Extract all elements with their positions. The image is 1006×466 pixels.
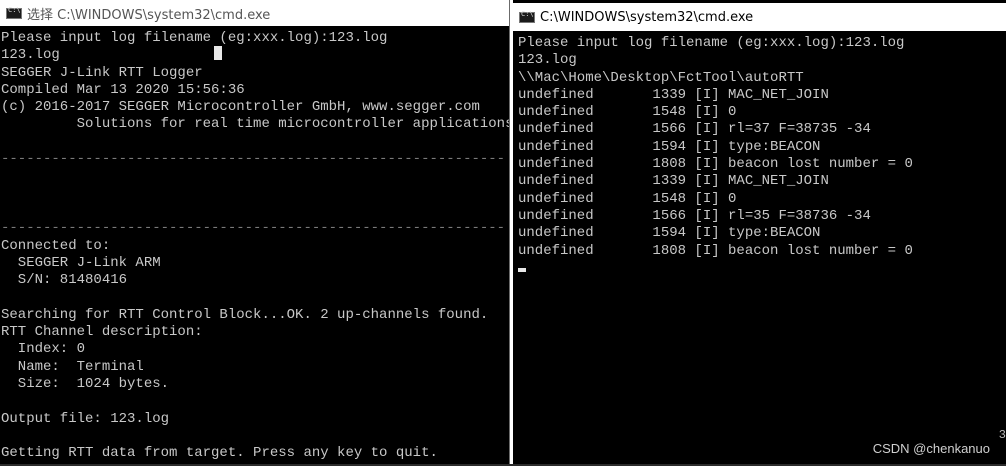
titlebar-right[interactable]: C:\WINDOWS\system32\cmd.exe <box>513 3 1006 31</box>
console-line: Compiled Mar 13 2020 15:56:36 <box>1 81 245 98</box>
console-output-right[interactable]: Please input log filename (eg:xxx.log):1… <box>513 31 1006 260</box>
cmd-window-left[interactable]: 选择 C:\WINDOWS\system32\cmd.exe Please in… <box>0 0 510 466</box>
console-line: Index: 0 <box>1 341 86 358</box>
console-line: SEGGER J-Link RTT Logger <box>1 64 203 81</box>
console-line: Please input log filename (eg:xxx.log):1… <box>518 35 905 51</box>
console-line: Name: Terminal <box>1 358 144 375</box>
console-line: undefined 1566 [I] rl=35 F=38736 -34 <box>518 207 871 224</box>
console-line: \\Mac\Home\Desktop\FctTool\autoRTT <box>518 69 804 86</box>
console-line: (c) 2016-2017 SEGGER Microcontroller Gmb… <box>1 99 480 116</box>
console-output-left[interactable]: Please input log filename (eg:xxx.log):1… <box>0 26 509 466</box>
console-line: undefined 1594 [I] type:BEACON <box>518 138 821 155</box>
cmd-window-right[interactable]: C:\WINDOWS\system32\cmd.exe Please input… <box>513 0 1006 466</box>
watermark: CSDN @chenkanuo <box>872 441 990 456</box>
console-line: 123.log <box>1 47 60 64</box>
console-line: undefined 1548 [I] 0 <box>518 104 737 121</box>
window-title-right: C:\WINDOWS\system32\cmd.exe <box>540 9 754 25</box>
console-line: undefined 1808 [I] beacon lost number = … <box>518 156 913 173</box>
console-line: Getting RTT data from target. Press any … <box>1 445 438 462</box>
console-line: Output file: 123.log <box>1 410 170 427</box>
console-line: undefined 1594 [I] type:BEACON <box>518 225 821 242</box>
window-title-left: 选择 C:\WINDOWS\system32\cmd.exe <box>27 7 271 23</box>
console-line: undefined 1339 [I] MAC_NET_JOIN <box>518 173 829 190</box>
console-line: 123.log <box>518 52 577 69</box>
text-cursor-left <box>214 46 222 60</box>
cmd-icon <box>519 10 535 23</box>
text-cursor-right <box>518 268 526 272</box>
cmd-icon <box>6 6 22 19</box>
console-line: ----------------------------------------… <box>1 220 506 237</box>
edge-mark: 3 <box>998 428 1006 442</box>
console-line: RTT Channel description: <box>1 324 203 341</box>
console-line: Please input log filename (eg:xxx.log):1… <box>1 30 388 46</box>
console-line: SEGGER J-Link ARM <box>1 254 161 271</box>
console-line: S/N: 81480416 <box>1 272 128 289</box>
console-line: Connected to: <box>1 237 111 254</box>
console-line: undefined 1566 [I] rl=37 F=38735 -34 <box>518 121 871 138</box>
console-line: undefined 1339 [I] MAC_NET_JOIN <box>518 86 829 103</box>
console-line: undefined 1808 [I] beacon lost number = … <box>518 242 913 259</box>
console-line: ----------------------------------------… <box>1 151 506 168</box>
titlebar-left[interactable]: 选择 C:\WINDOWS\system32\cmd.exe <box>0 0 509 26</box>
console-line: Solutions for real time microcontroller … <box>1 116 510 133</box>
console-line: Searching for RTT Control Block...OK. 2 … <box>1 306 489 323</box>
console-line: Size: 1024 bytes. <box>1 375 170 392</box>
console-line: undefined 1548 [I] 0 <box>518 190 737 207</box>
